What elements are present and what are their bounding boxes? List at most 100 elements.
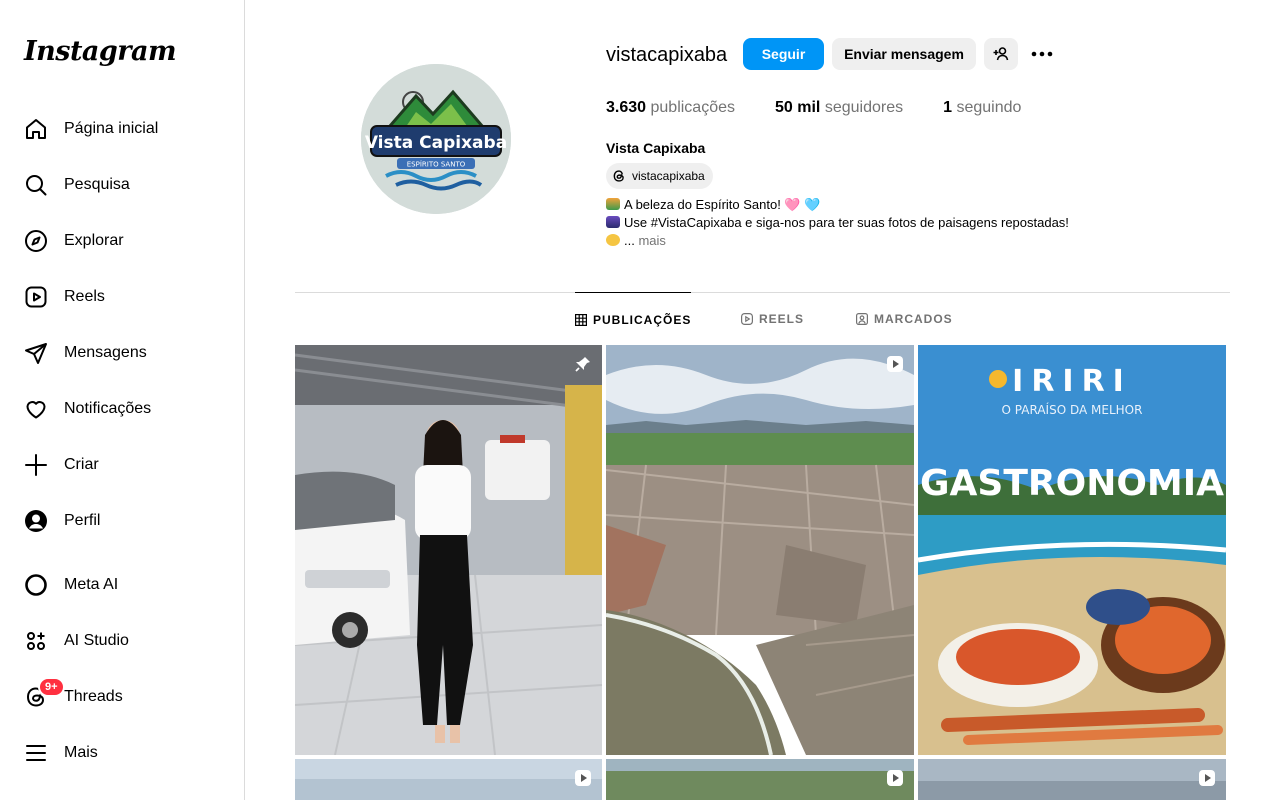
compass-icon (24, 229, 48, 253)
reels-icon (741, 313, 753, 325)
avatar-logo-text: Vista Capixaba (365, 133, 507, 153)
sidebar-item-label: Explorar (64, 232, 124, 249)
post-tile-reel[interactable] (606, 759, 914, 800)
ellipsis-icon (1031, 51, 1053, 57)
following-label: seguindo (956, 99, 1022, 116)
sidebar-item-messages[interactable]: Mensagens (12, 329, 232, 377)
post-image (606, 759, 914, 800)
sidebar-item-label: Criar (64, 456, 99, 473)
sidebar-item-label: Pesquisa (64, 176, 130, 193)
post-image (295, 345, 602, 755)
sidebar-item-home[interactable]: Página inicial (12, 105, 232, 153)
sidebar-item-notifications[interactable]: Notificações (12, 385, 232, 433)
profile-avatar[interactable]: Vista Capixaba ESPÍRITO SANTO (361, 64, 511, 214)
post-image (606, 345, 914, 755)
sidebar-item-label: Mensagens (64, 344, 147, 361)
post-tile-pinned[interactable] (295, 345, 602, 755)
tab-label: MARCADOS (874, 312, 953, 326)
sidebar-item-explore[interactable]: Explorar (12, 217, 232, 265)
threads-profile-link[interactable]: vistacapixaba (606, 163, 713, 189)
sidebar-item-label: Página inicial (64, 120, 159, 137)
vista-capixaba-logo: Vista Capixaba ESPÍRITO SANTO (361, 64, 511, 214)
sidebar-item-label: Reels (64, 288, 105, 305)
post-tile-reel[interactable] (918, 759, 1226, 800)
post-image: IRIRI O PARAÍSO DA MELHOR GASTRONOMIA (918, 345, 1226, 755)
profile-username: vistacapixaba (606, 44, 728, 66)
pin-icon (575, 357, 590, 372)
post-subtitle: O PARAÍSO DA MELHOR (1002, 402, 1143, 417)
plus-icon (24, 453, 48, 477)
reel-icon (887, 356, 903, 372)
post-headline: GASTRONOMIA (920, 463, 1224, 504)
threads-icon (613, 170, 624, 182)
following-count: 1 (943, 99, 952, 116)
sidebar-item-meta-ai[interactable]: Meta AI (12, 561, 232, 609)
heart-icon (24, 397, 48, 421)
reel-icon (887, 770, 903, 786)
post-image (295, 759, 602, 800)
bio-text: Use #VistaCapixaba e siga-nos para ter s… (624, 215, 1069, 230)
post-title: IRIRI (1012, 364, 1132, 399)
post-tile-reel[interactable] (606, 345, 914, 755)
landscape-emoji-icon (606, 198, 620, 210)
bio-line: ... mais (606, 232, 1069, 250)
instagram-logo[interactable]: Instagram (24, 36, 177, 67)
more-options-button[interactable] (1028, 42, 1056, 66)
profile-stats: 3.630 publicações 50 mil seguidores 1 se… (606, 99, 1061, 117)
camera-emoji-icon (606, 216, 620, 228)
posts-count: 3.630 (606, 99, 647, 116)
notification-badge: 9+ (38, 677, 65, 697)
search-icon (24, 173, 48, 197)
followers-label: seguidores (824, 99, 904, 116)
followers-stat[interactable]: 50 mil seguidores (775, 99, 903, 117)
followers-count: 50 mil (775, 99, 821, 116)
tab-tagged[interactable]: MARCADOS (856, 292, 953, 346)
grid-icon (575, 313, 587, 326)
profile-icon (24, 509, 48, 533)
tab-label: REELS (759, 312, 805, 326)
sidebar-item-label: AI Studio (64, 632, 129, 649)
post-tile-image[interactable]: IRIRI O PARAÍSO DA MELHOR GASTRONOMIA (918, 345, 1226, 755)
sidebar-item-label: Threads (64, 688, 123, 705)
sidebar-item-profile[interactable]: Perfil (12, 497, 232, 545)
avatar-logo-subtext: ESPÍRITO SANTO (407, 160, 466, 169)
sidebar: Instagram Página inicial Pesquisa Explor… (0, 0, 245, 800)
sidebar-item-label: Meta AI (64, 576, 119, 593)
send-message-button[interactable]: Enviar mensagem (832, 38, 976, 70)
bio-text: A beleza do Espírito Santo! 🩷 🩵 (624, 197, 821, 212)
sidebar-item-label: Mais (64, 744, 98, 761)
sidebar-item-more[interactable]: Mais (12, 729, 232, 777)
sidebar-item-threads[interactable]: 9+ Threads (12, 673, 232, 721)
meta-ai-icon (24, 573, 48, 597)
suggested-users-button[interactable] (984, 38, 1018, 70)
reel-icon (1199, 770, 1215, 786)
sidebar-item-ai-studio[interactable]: AI Studio (12, 617, 232, 665)
reels-icon (24, 285, 48, 309)
tagged-icon (856, 313, 868, 325)
sidebar-item-reels[interactable]: Reels (12, 273, 232, 321)
sidebar-item-label: Perfil (64, 512, 101, 529)
tab-posts[interactable]: PUBLICAÇÕES (575, 292, 692, 346)
sidebar-item-search[interactable]: Pesquisa (12, 161, 232, 209)
post-image (918, 759, 1226, 800)
home-icon (24, 117, 48, 141)
sidebar-item-create[interactable]: Criar (12, 441, 232, 489)
posts-label: publicações (650, 99, 736, 116)
add-user-icon (993, 47, 1009, 61)
threads-icon: 9+ (24, 677, 65, 709)
following-stat[interactable]: 1 seguindo (943, 99, 1021, 117)
send-icon (24, 341, 48, 365)
threads-handle: vistacapixaba (632, 169, 705, 183)
bio-more-link[interactable]: mais (638, 233, 665, 248)
tab-reels[interactable]: REELS (741, 292, 804, 346)
reel-icon (575, 770, 591, 786)
follow-button[interactable]: Seguir (743, 38, 824, 70)
bio-line: A beleza do Espírito Santo! 🩷 🩵 (606, 196, 1069, 214)
sidebar-item-label: Notificações (64, 400, 152, 417)
profile-full-name: Vista Capixaba (606, 140, 706, 156)
posts-stat: 3.630 publicações (606, 99, 735, 117)
bio-line: Use #VistaCapixaba e siga-nos para ter s… (606, 214, 1069, 232)
profile-bio: A beleza do Espírito Santo! 🩷 🩵 Use #Vis… (606, 196, 1069, 250)
post-tile-reel[interactable] (295, 759, 602, 800)
handshake-emoji-icon (606, 234, 620, 246)
